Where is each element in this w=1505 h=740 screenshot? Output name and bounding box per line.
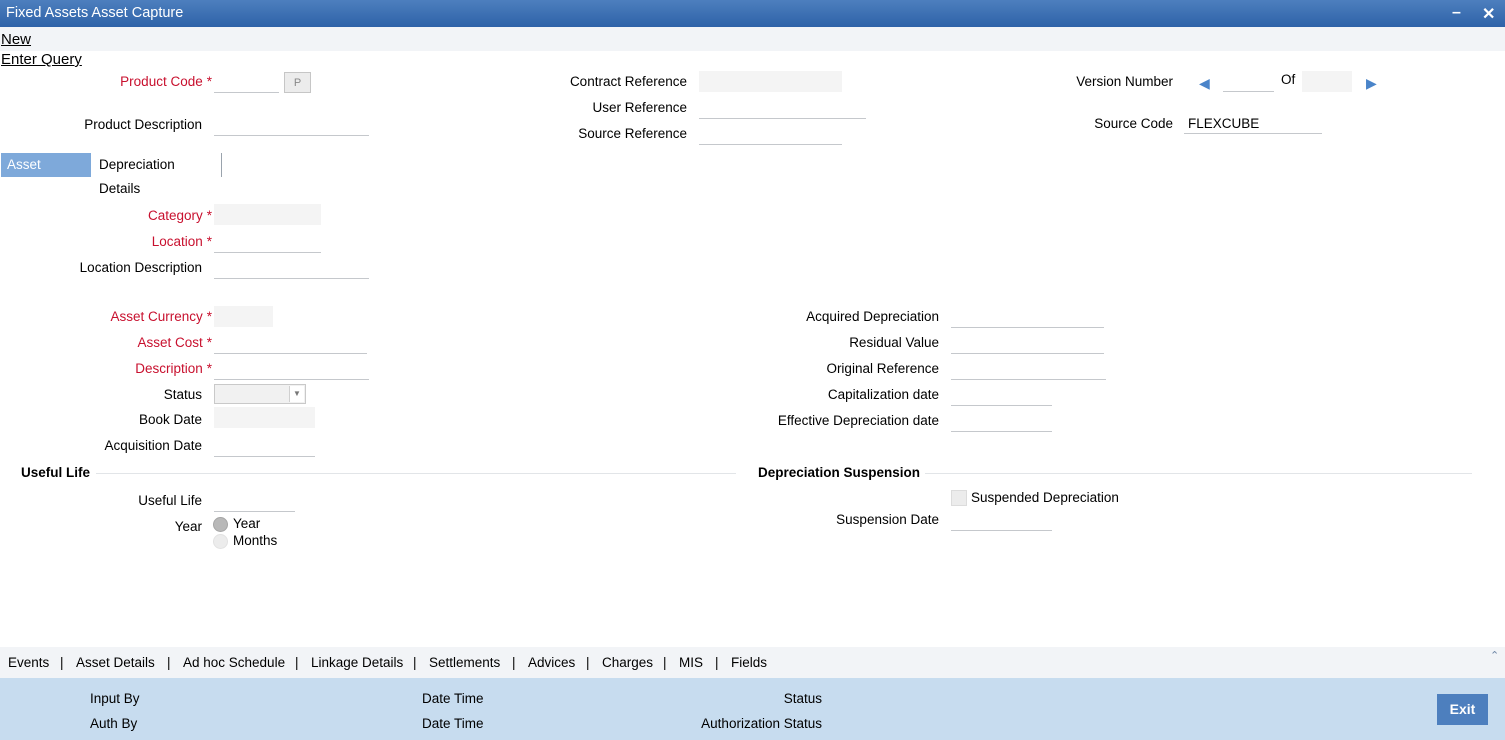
- asset-currency-label: Asset Currency *: [110, 309, 212, 324]
- residual-value-input[interactable]: [951, 333, 1104, 354]
- asset-cost-label: Asset Cost *: [137, 335, 212, 350]
- description-label: Description *: [135, 361, 212, 376]
- chevron-down-icon[interactable]: ▼: [289, 386, 304, 402]
- product-description-label: Product Description: [84, 117, 202, 132]
- tab-fields[interactable]: Fields: [731, 655, 767, 670]
- window-title: Fixed Assets Asset Capture: [6, 5, 184, 21]
- effective-depreciation-date-label: Effective Depreciation date: [777, 413, 939, 428]
- suspended-depreciation-checkbox[interactable]: [951, 490, 967, 506]
- tab-settlements[interactable]: Settlements: [429, 655, 500, 670]
- location-input[interactable]: [214, 232, 321, 253]
- category-input[interactable]: [214, 204, 321, 225]
- divider: |: [512, 655, 516, 670]
- version-number-label: Version Number: [1076, 74, 1173, 89]
- original-reference-input[interactable]: [951, 359, 1106, 380]
- useful-life-section-title: Useful Life: [21, 465, 91, 480]
- source-code-input[interactable]: [1184, 113, 1322, 134]
- book-date-label: Book Date: [138, 412, 202, 427]
- tab-ad-hoc-schedule[interactable]: Ad hoc Schedule: [183, 655, 285, 670]
- acquisition-date-label: Acquisition Date: [104, 438, 202, 453]
- acquired-depreciation-input[interactable]: [951, 307, 1104, 328]
- menu-bar: [0, 27, 1505, 51]
- triangle-right-icon[interactable]: ▶: [1366, 75, 1377, 92]
- tab-mis[interactable]: MIS: [679, 655, 703, 670]
- asset-currency-input[interactable]: [214, 306, 273, 327]
- version-number-input[interactable]: [1223, 71, 1274, 92]
- location-label: Location *: [151, 234, 212, 249]
- section-divider: [925, 473, 1472, 474]
- useful-life-label: Useful Life: [138, 493, 202, 508]
- version-total-input[interactable]: [1302, 71, 1352, 92]
- of-label: Of: [1281, 72, 1296, 87]
- suspension-date-label: Suspension Date: [836, 512, 939, 527]
- enter-query-link[interactable]: Enter Query: [1, 51, 82, 68]
- status-footer-label: Status: [783, 691, 822, 706]
- divider: |: [586, 655, 590, 670]
- triangle-left-icon[interactable]: ◀: [1199, 75, 1210, 92]
- source-reference-label: Source Reference: [578, 126, 687, 141]
- tab-asset-details-bottom[interactable]: Asset Details: [76, 655, 155, 670]
- asset-cost-input[interactable]: [214, 333, 367, 354]
- tab-events[interactable]: Events: [8, 655, 49, 670]
- product-code-input[interactable]: [214, 72, 279, 93]
- tab-linkage-details[interactable]: Linkage Details: [311, 655, 403, 670]
- location-description-input[interactable]: [214, 258, 369, 279]
- radio-year-label: Year: [233, 516, 261, 531]
- suspension-date-input[interactable]: [951, 510, 1052, 531]
- acquired-depreciation-label: Acquired Depreciation: [806, 309, 939, 324]
- location-description-label: Location Description: [79, 260, 202, 275]
- divider: |: [167, 655, 171, 670]
- auth-date-time-label: Date Time: [422, 716, 484, 731]
- user-reference-label: User Reference: [592, 100, 687, 115]
- book-date-input[interactable]: [214, 407, 315, 428]
- tab-asset-details[interactable]: Asset Details: [1, 153, 91, 196]
- depreciation-suspension-section-title: Depreciation Suspension: [758, 465, 921, 480]
- source-reference-input[interactable]: [699, 124, 842, 145]
- useful-life-input[interactable]: [214, 491, 295, 512]
- input-by-label: Input By: [90, 691, 140, 706]
- effective-depreciation-date-input[interactable]: [951, 411, 1052, 432]
- product-lov-button[interactable]: P: [284, 72, 311, 93]
- year-label: Year: [174, 519, 202, 534]
- product-code-label: Product Code *: [120, 74, 212, 89]
- suspended-depreciation-label: Suspended Depreciation: [971, 490, 1119, 505]
- description-input[interactable]: [214, 359, 369, 380]
- original-reference-label: Original Reference: [826, 361, 939, 376]
- tab-advices[interactable]: Advices: [528, 655, 575, 670]
- divider: |: [413, 655, 417, 670]
- capitalization-date-label: Capitalization date: [827, 387, 939, 402]
- minimize-icon[interactable]: –: [1452, 4, 1461, 22]
- divider: |: [663, 655, 667, 670]
- status-select[interactable]: ▼: [214, 384, 306, 404]
- radio-months-label: Months: [233, 533, 278, 548]
- new-link[interactable]: New: [1, 31, 31, 48]
- category-label: Category *: [147, 208, 212, 223]
- exit-button[interactable]: Exit: [1437, 694, 1488, 725]
- residual-value-label: Residual Value: [849, 335, 939, 350]
- date-time-label: Date Time: [422, 691, 484, 706]
- chevron-up-icon[interactable]: ⌃: [1490, 649, 1499, 662]
- divider: |: [60, 655, 64, 670]
- section-divider: [96, 473, 736, 474]
- radio-year[interactable]: [213, 517, 228, 532]
- user-reference-input[interactable]: [699, 98, 866, 119]
- status-label: Status: [163, 387, 202, 402]
- capitalization-date-input[interactable]: [951, 385, 1052, 406]
- title-bar: Fixed Assets Asset Capture – ✕: [0, 0, 1505, 27]
- authorization-status-label: Authorization Status: [701, 716, 822, 731]
- acquisition-date-input[interactable]: [214, 436, 315, 457]
- contract-reference-label: Contract Reference: [569, 74, 687, 89]
- close-icon[interactable]: ✕: [1482, 4, 1495, 24]
- radio-months[interactable]: [213, 534, 228, 549]
- divider: |: [295, 655, 299, 670]
- tab-depreciation-details[interactable]: Depreciation Details: [93, 153, 222, 196]
- contract-reference-input[interactable]: [699, 71, 842, 92]
- product-description-input[interactable]: [214, 115, 369, 136]
- tab-charges[interactable]: Charges: [602, 655, 653, 670]
- source-code-label: Source Code: [1094, 116, 1173, 131]
- divider: |: [715, 655, 719, 670]
- auth-by-label: Auth By: [90, 716, 138, 731]
